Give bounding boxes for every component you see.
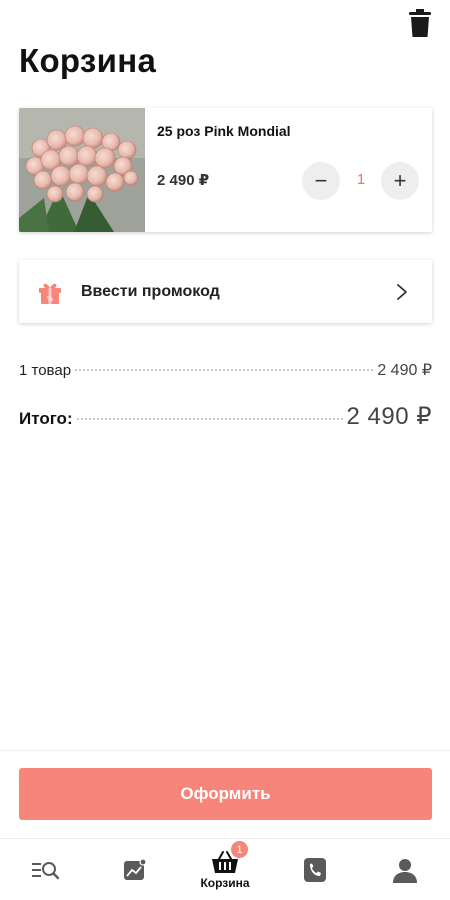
cart-item-card[interactable]: 25 роз Pink Mondial 2 490 ₽ − 1 +: [19, 108, 432, 232]
minus-icon: −: [314, 168, 328, 193]
product-name: 25 роз Pink Mondial: [157, 123, 291, 139]
quantity-value: 1: [356, 171, 366, 188]
promo-code-button[interactable]: % Ввести промокод: [19, 260, 432, 323]
divider: [0, 750, 450, 751]
quantity-increment-button[interactable]: +: [381, 162, 419, 200]
bottom-tab-bar: Корзина 1: [0, 838, 450, 900]
product-info: 25 роз Pink Mondial 2 490 ₽ − 1 +: [145, 108, 432, 232]
promo-code-label: Ввести промокод: [81, 282, 220, 300]
phone-icon: [304, 857, 326, 882]
dotted-leader: [76, 418, 343, 420]
plus-icon: +: [393, 168, 407, 193]
tab-contacts[interactable]: [270, 839, 360, 900]
tab-cart[interactable]: Корзина 1: [180, 839, 270, 900]
chevron-right-icon: [397, 283, 407, 300]
picture-icon: [124, 858, 147, 880]
user-icon: [393, 858, 417, 883]
total-label: Итого:: [19, 409, 73, 428]
quantity-decrement-button[interactable]: −: [302, 162, 340, 200]
items-summary-row: 1 товар 2 490 ₽: [19, 360, 432, 380]
page-title: Корзина: [19, 42, 157, 79]
trash-icon: [409, 9, 431, 37]
tab-gallery[interactable]: [90, 839, 180, 900]
catalog-search-icon: [32, 861, 59, 879]
tab-profile[interactable]: [360, 839, 450, 900]
gift-icon: %: [39, 283, 61, 304]
trash-button[interactable]: [408, 8, 432, 38]
items-amount: 2 490 ₽: [377, 362, 432, 379]
tab-cart-label: Корзина: [200, 875, 250, 890]
dotted-leader: [75, 369, 374, 371]
tab-catalog[interactable]: [0, 839, 90, 900]
checkout-button[interactable]: Оформить: [19, 768, 432, 820]
total-summary-row: Итого: 2 490 ₽: [19, 402, 432, 431]
total-amount: 2 490 ₽: [346, 403, 432, 430]
product-price: 2 490 ₽: [157, 172, 210, 189]
items-count-label: 1 товар: [19, 362, 72, 379]
checkout-button-label: Оформить: [180, 784, 271, 803]
cart-count-badge: 1: [231, 841, 248, 858]
product-image: [19, 108, 145, 232]
svg-text:%: %: [47, 295, 54, 303]
